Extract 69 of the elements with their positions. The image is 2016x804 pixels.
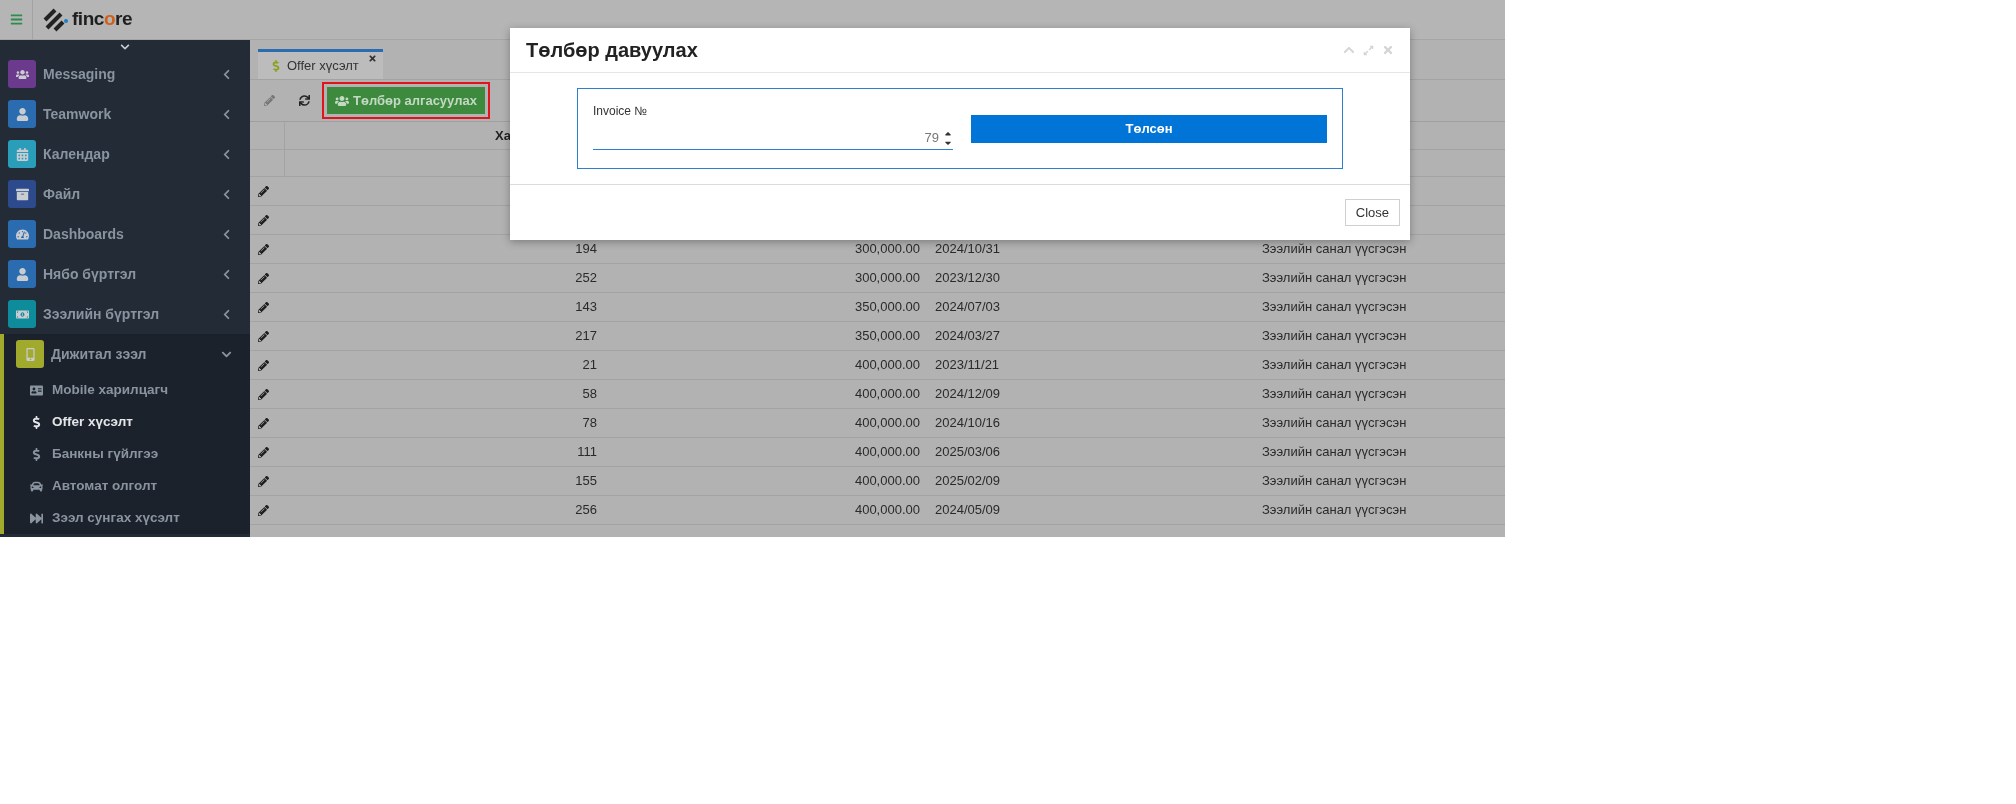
table-cell-text: 194	[574, 240, 597, 259]
table-cell-text: 2024/12/09	[934, 385, 1002, 404]
sidebar-subitem[interactable]: Автомат олголт	[52, 475, 158, 497]
table-cell-text: 350,000.00	[853, 298, 920, 317]
table-cell-text: Зээлийн санал үүсгэсэн	[1261, 240, 1408, 259]
sidebar-item[interactable]: Зээлийн бүртгэл	[43, 303, 221, 325]
close-icon[interactable]	[367, 54, 377, 63]
sidebar-item[interactable]: Нябо бүртгэл	[43, 263, 221, 285]
table-cell-text: Зээлийн санал үүсгэсэн	[1261, 414, 1408, 433]
sidebar-item[interactable]: Дижитал зээл	[51, 343, 221, 365]
sidebar-item[interactable]: Файл	[43, 183, 221, 205]
table-cell-text: 2024/10/31	[934, 240, 1002, 259]
table-cell-text: 300,000.00	[853, 240, 920, 259]
users-icon	[335, 93, 349, 108]
table-cell-text: 217	[574, 327, 597, 346]
column-header: Ха	[494, 127, 512, 145]
logo-mark-icon	[43, 7, 69, 32]
table-cell-text: 400,000.00	[853, 472, 920, 491]
table-cell-text: 400,000.00	[853, 414, 920, 433]
sidebar-item[interactable]: Календар	[43, 143, 221, 165]
table-cell-text: Зээлийн санал үүсгэсэн	[1261, 472, 1408, 491]
table-cell-text: 2024/10/16	[934, 414, 1002, 433]
sidebar-subitem[interactable]: Банкны гүйлгээ	[52, 443, 159, 465]
refresh-icon[interactable]	[299, 95, 310, 106]
table-cell-text: 400,000.00	[853, 385, 920, 404]
close-button[interactable]: Close	[1344, 199, 1400, 226]
table-cell-text: Зээлийн санал үүсгэсэн	[1261, 443, 1408, 462]
table-cell-text: Зээлийн санал үүсгэсэн	[1261, 269, 1408, 288]
sidebar-subitem[interactable]: Offer хүсэлт	[52, 411, 133, 433]
table-cell-text: 300,000.00	[853, 269, 920, 288]
tab-label: Offer хүсэлт	[287, 56, 359, 75]
dollar-icon	[270, 59, 282, 72]
table-cell-text: 143	[574, 298, 597, 317]
sidebar-item[interactable]: Messaging	[43, 63, 221, 85]
table-cell-text: 2024/03/27	[934, 327, 1002, 346]
table-cell-text: 58	[581, 385, 597, 404]
table-cell-text: 2023/11/21	[934, 356, 1001, 375]
table-cell-text: 155	[574, 472, 597, 491]
table-cell-text: 2024/05/09	[934, 501, 1002, 520]
table-cell-text: 256	[574, 501, 597, 520]
table-cell-text: 111	[576, 443, 597, 462]
table-cell-text: 78	[581, 414, 597, 433]
table-cell-text: 2025/02/09	[934, 472, 1002, 491]
dialog-title: Төлбөр давуулах	[526, 38, 699, 63]
table-cell-text: 2024/07/03	[934, 298, 1002, 317]
invoice-number-field[interactable]: 79	[593, 127, 953, 150]
paid-button[interactable]: Төлсөн	[971, 114, 1327, 143]
spinner-icon[interactable]	[943, 130, 953, 146]
sidebar-item[interactable]: Teamwork	[43, 103, 221, 125]
tab[interactable]: Offer хүсэлт	[258, 49, 383, 79]
table-cell-text: 21	[581, 356, 597, 375]
sidebar-item[interactable]: Dashboards	[43, 223, 221, 245]
logo-text: fincore	[72, 7, 133, 32]
table-cell-text: Зээлийн санал үүсгэсэн	[1261, 385, 1408, 404]
table-cell-text: 350,000.00	[853, 327, 920, 346]
field-label: Invoice №	[593, 102, 649, 120]
table-cell-text: 2023/12/30	[934, 269, 1002, 288]
table-cell-text: Зээлийн санал үүсгэсэн	[1261, 501, 1408, 520]
table-cell-text: Зээлийн санал үүсгэсэн	[1261, 298, 1408, 317]
table-cell-text: Зээлийн санал үүсгэсэн	[1261, 327, 1408, 346]
table-cell-text: 2025/03/06	[934, 443, 1002, 462]
table-cell-text: Зээлийн санал үүсгэсэн	[1261, 356, 1408, 375]
table-cell-text: 400,000.00	[853, 356, 920, 375]
sidebar-subitem[interactable]: Mobile харилцагч	[52, 379, 169, 401]
table-cell-text: 400,000.00	[853, 501, 920, 520]
sidebar-subitem[interactable]: Зээл сунгах хүсэлт	[52, 507, 180, 529]
table-cell-text: 252	[574, 269, 597, 288]
table-cell-text: 400,000.00	[853, 443, 920, 462]
skip-payment-button[interactable]: Төлбөр алгасуулах	[327, 87, 485, 114]
